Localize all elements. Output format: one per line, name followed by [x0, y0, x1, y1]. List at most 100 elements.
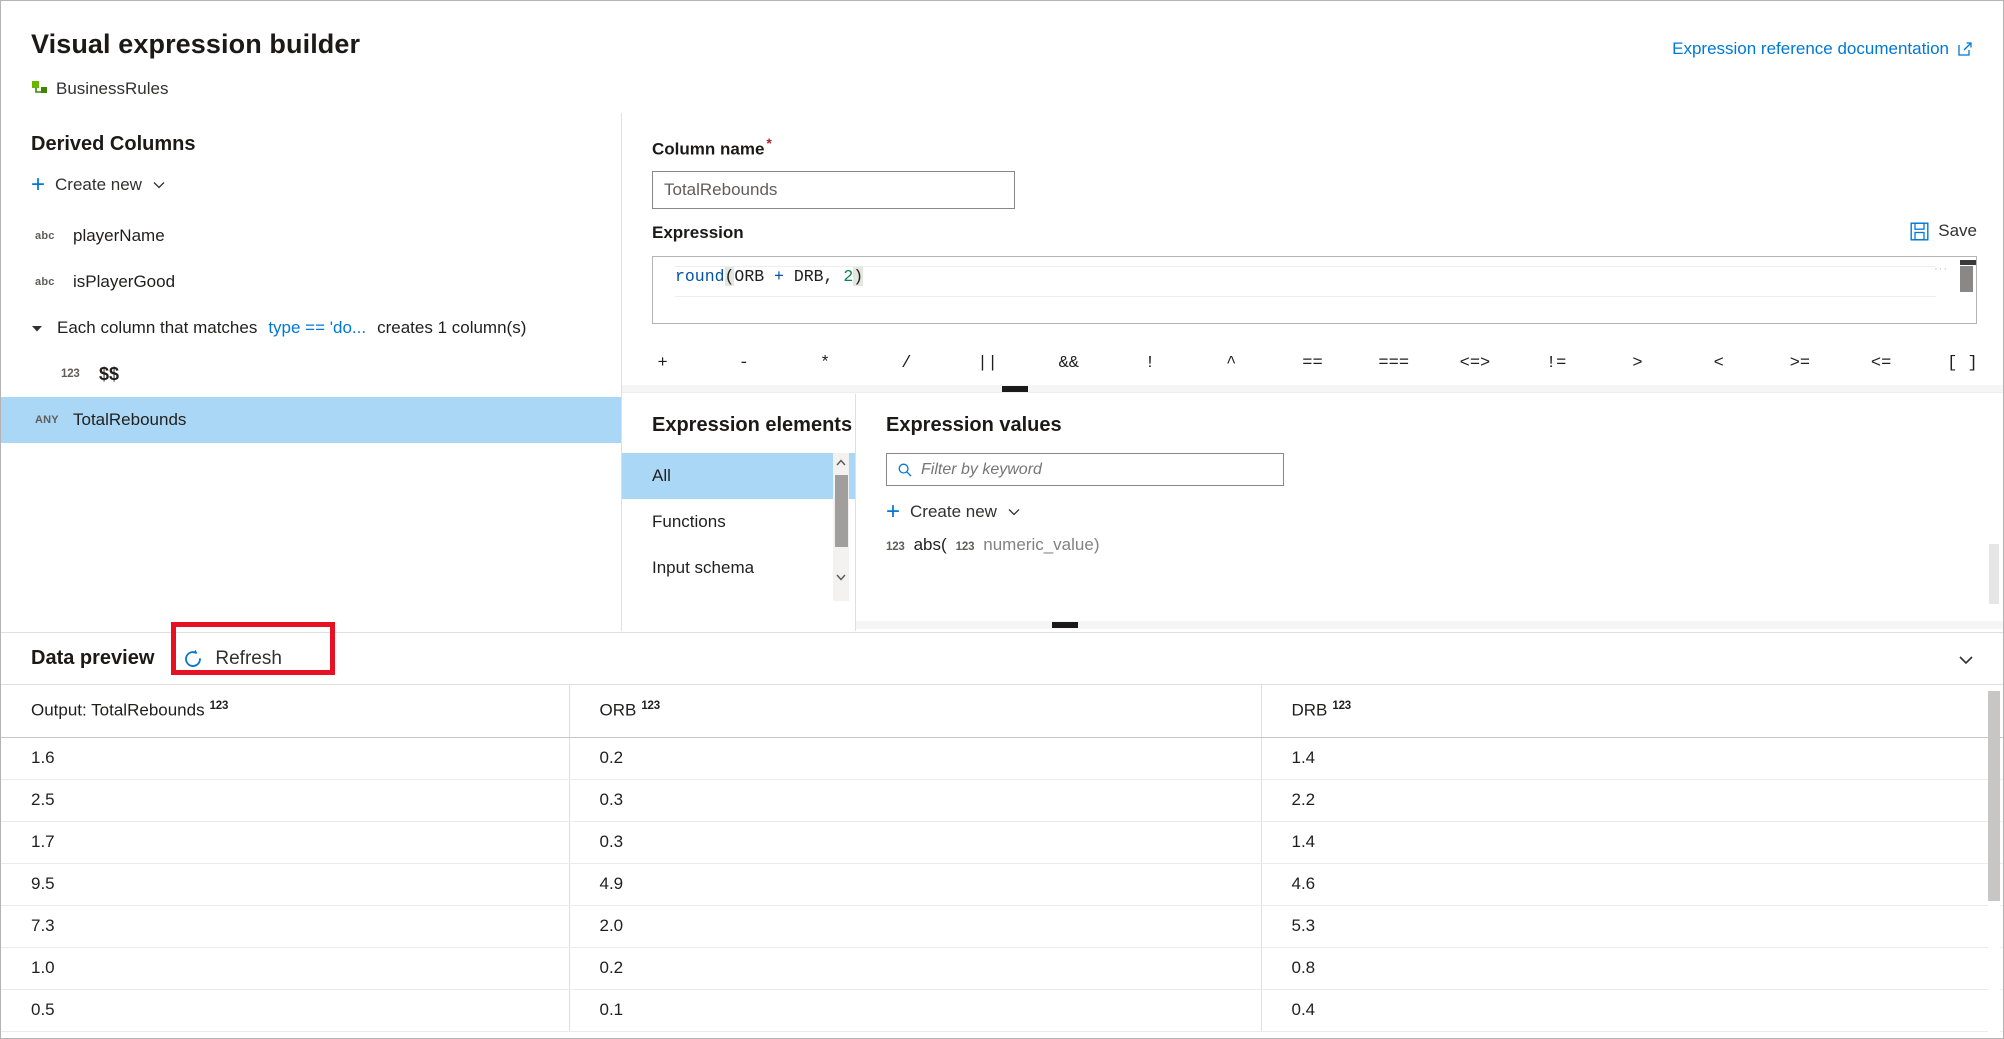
- cell-output: 1.6: [1, 737, 569, 779]
- column-item-isPlayerGood[interactable]: abc isPlayerGood: [1, 259, 621, 305]
- table-row[interactable]: 1.6 0.2 1.4: [1, 737, 2003, 779]
- token-operand-drb: DRB,: [784, 267, 843, 286]
- column-name-input[interactable]: [652, 171, 1015, 209]
- column-name-label-text: Column name: [652, 140, 764, 159]
- table-row[interactable]: 1.0 0.2 0.8: [1, 947, 2003, 989]
- scrollbar-thumb[interactable]: [1960, 266, 1973, 292]
- derived-columns-panel: Derived Columns + Create new abc playerN…: [1, 113, 622, 631]
- derived-columns-create-new-button[interactable]: + Create new: [31, 175, 166, 195]
- column-item-playerName[interactable]: abc playerName: [1, 213, 621, 259]
- operator-button-equals[interactable]: ==: [1272, 354, 1353, 373]
- header: Visual expression builder BusinessRules …: [1, 1, 2003, 113]
- column-pattern-rule-row[interactable]: Each column that matches type == 'do... …: [1, 305, 621, 351]
- operator-button-null-safe-equals[interactable]: <=>: [1434, 354, 1515, 373]
- column-type-badge: 123: [210, 700, 229, 712]
- derived-columns-title: Derived Columns: [31, 133, 195, 156]
- return-type-badge: 123: [886, 541, 905, 553]
- operator-button-less[interactable]: <: [1678, 354, 1759, 373]
- breadcrumb[interactable]: BusinessRules: [31, 79, 168, 99]
- scrollbar-thumb[interactable]: [1052, 622, 1078, 628]
- main-area: Derived Columns + Create new abc playerN…: [1, 113, 2003, 631]
- doc-link-label: Expression reference documentation: [1672, 39, 1949, 59]
- token-plus-operator: +: [774, 267, 784, 286]
- expression-element-input-schema[interactable]: Input schema: [622, 545, 855, 591]
- scrollbar-thumb[interactable]: [1988, 691, 2000, 901]
- expression-elements-title: Expression elements: [652, 414, 855, 437]
- expression-values-create-new-button[interactable]: + Create new: [886, 502, 2003, 522]
- scrollbar-thumb[interactable]: [835, 475, 848, 547]
- expression-values-pane: Expression values + Create new: [856, 394, 2003, 631]
- data-preview-header: Data preview Refresh: [1, 633, 2003, 685]
- table-row[interactable]: 1.7 0.3 1.4: [1, 821, 2003, 863]
- expression-element-all[interactable]: All: [622, 453, 855, 499]
- operator-toolbar-scrollbar[interactable]: [622, 385, 2003, 393]
- operator-button-not[interactable]: !: [1109, 354, 1190, 373]
- operator-button-caret[interactable]: ^: [1191, 354, 1272, 373]
- column-name-label: isPlayerGood: [73, 272, 175, 292]
- operator-button-less-equal[interactable]: <=: [1841, 354, 1922, 373]
- rule-suffix-label: creates 1 column(s): [377, 318, 526, 338]
- operator-button-plus[interactable]: +: [622, 354, 703, 373]
- operator-button-greater-equal[interactable]: >=: [1759, 354, 1840, 373]
- scroll-up-arrow-icon[interactable]: [833, 455, 849, 471]
- operator-scrollbar-thumb[interactable]: [1002, 386, 1028, 392]
- filter-by-keyword-field[interactable]: [886, 453, 1284, 486]
- expression-code-editor[interactable]: round(ORB + DRB, 2) ···: [652, 256, 1977, 324]
- table-row[interactable]: 9.5 4.9 4.6: [1, 863, 2003, 905]
- operator-button-multiply[interactable]: *: [784, 354, 865, 373]
- expression-code-text[interactable]: round(ORB + DRB, 2): [675, 266, 1936, 288]
- column-item-dollar-dollar[interactable]: 123 $$: [1, 351, 621, 397]
- filter-input[interactable]: [921, 461, 1273, 479]
- cell-output: 1.7: [1, 821, 569, 863]
- table-header-orb[interactable]: ORB123: [569, 685, 1261, 737]
- table-row[interactable]: 7.3 2.0 5.3: [1, 905, 2003, 947]
- cell-drb: 0.4: [1261, 989, 2003, 1031]
- expression-elements-scrollbar[interactable]: [833, 453, 849, 601]
- expression-value-item-abs[interactable]: 123 abs( 123 numeric_value): [856, 535, 2003, 555]
- operator-button-brackets[interactable]: [ ]: [1922, 354, 2003, 373]
- expression-values-horizontal-scrollbar[interactable]: [856, 621, 2003, 629]
- table-header-drb[interactable]: DRB123: [1261, 685, 2003, 737]
- cell-output: 2.5: [1, 779, 569, 821]
- operator-button-divide[interactable]: /: [866, 354, 947, 373]
- operator-button-or[interactable]: ||: [947, 354, 1028, 373]
- expression-values-title: Expression values: [886, 414, 2003, 437]
- column-name-label: $$: [99, 364, 119, 385]
- token-number: 2: [843, 267, 853, 286]
- refresh-button[interactable]: Refresh: [182, 648, 282, 670]
- operator-button-minus[interactable]: -: [703, 354, 784, 373]
- operator-button-strict-equals[interactable]: ===: [1353, 354, 1434, 373]
- expression-editor-panel: Column name* Expression Save: [622, 113, 2003, 631]
- param-name-label: numeric_value): [983, 535, 1099, 555]
- type-badge: 123: [61, 368, 99, 380]
- expression-reference-documentation-link[interactable]: Expression reference documentation: [1672, 39, 1973, 59]
- column-item-TotalRebounds[interactable]: ANY TotalRebounds: [1, 397, 621, 443]
- cell-output: 0.5: [1, 989, 569, 1031]
- create-new-label: Create new: [55, 175, 142, 195]
- table-header-output-totalrebounds[interactable]: Output: TotalRebounds123: [1, 685, 569, 737]
- cell-output: 7.3: [1, 905, 569, 947]
- operator-toolbar: + - * / || && ! ^ == === <=> != > < >= <…: [622, 341, 2003, 385]
- table-header-row: Output: TotalRebounds123 ORB123 DRB123: [1, 685, 2003, 737]
- chevron-down-icon: [1007, 505, 1021, 519]
- expression-values-vertical-scrollbar[interactable]: [1989, 544, 1999, 604]
- rule-condition-link[interactable]: type == 'do...: [268, 318, 366, 338]
- data-preview-scrollbar[interactable]: [1988, 691, 2000, 1034]
- save-button[interactable]: Save: [1910, 221, 1977, 241]
- expression-editor-scrollbar[interactable]: [1960, 260, 1973, 306]
- editor-guide-line-bottom: [675, 296, 1936, 297]
- operator-button-greater[interactable]: >: [1597, 354, 1678, 373]
- expression-elements-pane: Expression elements All Functions Input …: [622, 394, 856, 631]
- cell-orb: 0.2: [569, 947, 1261, 989]
- expression-element-functions[interactable]: Functions: [622, 499, 855, 545]
- cell-orb: 2.0: [569, 905, 1261, 947]
- table-row[interactable]: 2.5 0.3 2.2: [1, 779, 2003, 821]
- chevron-down-icon[interactable]: [1957, 651, 1975, 669]
- cell-drb: 1.4: [1261, 821, 2003, 863]
- caret-down-icon[interactable]: [29, 320, 57, 336]
- column-header-label: ORB: [600, 701, 637, 720]
- table-row[interactable]: 0.5 0.1 0.4: [1, 989, 2003, 1031]
- operator-button-and[interactable]: &&: [1028, 354, 1109, 373]
- operator-button-not-equals[interactable]: !=: [1516, 354, 1597, 373]
- scroll-down-arrow-icon[interactable]: [833, 569, 849, 585]
